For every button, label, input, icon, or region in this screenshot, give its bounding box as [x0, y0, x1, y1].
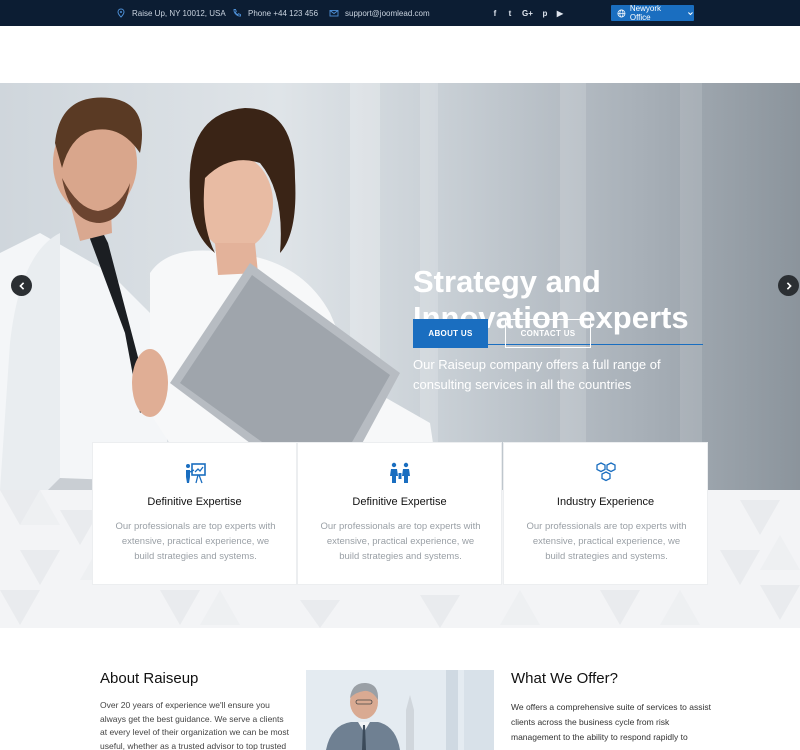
contact-us-button[interactable]: CONTACT US — [505, 319, 591, 348]
arrow-right-icon — [786, 281, 792, 290]
feature-card: Definitive Expertise Our professionals a… — [297, 442, 502, 585]
feature-title: Definitive Expertise — [147, 496, 242, 508]
team-icon — [389, 462, 410, 483]
address-text: Raise Up, NY 10012, USA — [132, 8, 226, 18]
feature-text: Our professionals are top experts with e… — [526, 521, 687, 562]
google-plus-icon[interactable]: G+ — [522, 9, 533, 18]
email-item: support@joomlead.com — [329, 0, 430, 26]
about-image — [306, 670, 494, 750]
phone-item: Phone +44 123 456 — [232, 0, 318, 26]
arrow-left-icon — [18, 281, 24, 290]
envelope-icon — [329, 10, 339, 17]
hero-people-image — [0, 97, 440, 490]
feature-text: Our professionals are top experts with e… — [115, 521, 276, 562]
social-links: f t G+ p ▶ — [492, 0, 563, 26]
presentation-icon — [185, 463, 206, 484]
youtube-icon[interactable]: ▶ — [557, 9, 563, 18]
offer-text: We offers a comprehensive suite of servi… — [511, 702, 711, 742]
hero-text: Our Raiseup company offers a full range … — [413, 357, 661, 392]
site-header — [0, 26, 800, 83]
offer-heading: What We Offer? — [511, 670, 618, 687]
businessman-image — [306, 670, 494, 750]
phone-icon — [233, 9, 241, 17]
about-text: Over 20 years of experience we'll ensure… — [100, 700, 289, 750]
office-selector[interactable]: Newyork Office — [611, 4, 694, 22]
phone-text[interactable]: Phone +44 123 456 — [248, 9, 318, 18]
feature-card: Industry Experience Our professionals ar… — [503, 442, 708, 585]
about-heading: About Raiseup — [100, 670, 199, 687]
feature-title: Definitive Expertise — [352, 496, 447, 508]
feature-card: Definitive Expertise Our professionals a… — [92, 442, 297, 585]
email-link[interactable]: support@joomlead.com — [345, 9, 430, 18]
address-item: Raise Up, NY 10012, USA — [116, 0, 226, 26]
chevron-down-icon — [688, 11, 693, 15]
hero-slider: Strategy and Innovation experts Our Rais… — [0, 83, 800, 490]
feature-title: Industry Experience — [556, 496, 655, 508]
location-pin-icon — [117, 8, 125, 18]
pinterest-icon[interactable]: p — [542, 9, 548, 18]
globe-icon — [617, 9, 626, 17]
hexagons-icon — [595, 462, 616, 482]
twitter-icon[interactable]: t — [507, 9, 513, 18]
top-bar: Raise Up, NY 10012, USA Phone +44 123 45… — [0, 0, 800, 26]
feature-text: Our professionals are top experts with e… — [320, 521, 481, 562]
slider-next-button[interactable] — [778, 275, 799, 296]
facebook-icon[interactable]: f — [492, 9, 498, 18]
slider-prev-button[interactable] — [11, 275, 32, 296]
office-label: Newyork Office — [629, 4, 661, 22]
about-us-button[interactable]: ABOUT US — [413, 319, 488, 348]
